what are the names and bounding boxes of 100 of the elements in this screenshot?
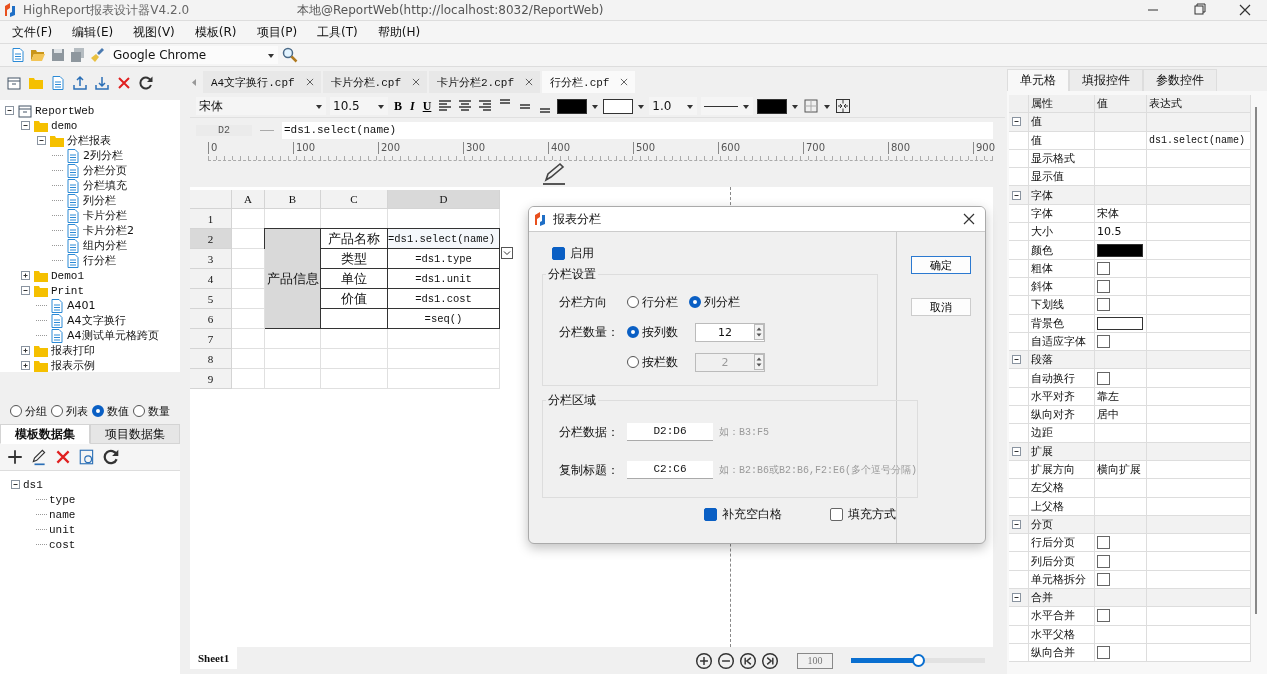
radio-button[interactable] xyxy=(627,296,639,308)
tree-item[interactable]: 报表示例 xyxy=(51,358,95,372)
column-header[interactable]: D xyxy=(388,190,500,209)
checkbox[interactable] xyxy=(1097,280,1110,294)
preview-icon[interactable] xyxy=(78,448,96,466)
slider-thumb[interactable] xyxy=(912,654,925,667)
collapse-icon[interactable] xyxy=(1011,354,1022,366)
radio-button[interactable] xyxy=(689,296,701,308)
menu-item[interactable]: 项目(P) xyxy=(256,23,298,41)
property-value[interactable]: 居中 xyxy=(1097,407,1119,423)
checkbox[interactable] xyxy=(1097,371,1110,385)
dataset-field[interactable]: type xyxy=(49,493,76,506)
dataset-field[interactable]: unit xyxy=(49,523,76,536)
text-style-button[interactable]: I xyxy=(408,98,417,114)
checkbox[interactable] xyxy=(1097,609,1110,623)
zoom-out-icon[interactable] xyxy=(717,651,735,670)
tree-item[interactable]: 分栏分页 xyxy=(83,163,127,178)
row-header[interactable]: 3 xyxy=(190,249,232,269)
tree-item[interactable]: 分栏报表 xyxy=(67,133,111,148)
window-icon[interactable] xyxy=(6,75,22,91)
dropdown-icon[interactable] xyxy=(501,247,513,259)
tree-item[interactable]: A4文字换行 xyxy=(67,313,126,328)
tab[interactable]: 项目数据集 xyxy=(90,424,180,444)
caret-icon[interactable] xyxy=(823,102,832,110)
broom-icon[interactable] xyxy=(90,47,106,63)
delete-icon[interactable] xyxy=(54,448,72,466)
fill-color-swatch[interactable] xyxy=(603,98,634,114)
checkbox[interactable] xyxy=(1097,261,1110,275)
property-value[interactable]: 靠左 xyxy=(1097,388,1119,404)
radio-button[interactable] xyxy=(10,405,22,417)
tree-item[interactable]: 组内分栏 xyxy=(83,238,127,253)
row-header[interactable]: 5 xyxy=(190,289,232,309)
tree-item[interactable]: A4测试单元格跨页 xyxy=(67,328,159,343)
collapse-icon[interactable] xyxy=(1011,116,1022,128)
checkbox[interactable] xyxy=(1097,298,1110,312)
collapse-icon[interactable] xyxy=(1011,189,1022,201)
text-style-button[interactable]: U xyxy=(420,98,434,114)
search-icon[interactable] xyxy=(282,47,298,63)
align-center-icon[interactable] xyxy=(457,98,474,114)
tree-item[interactable]: 行分栏 xyxy=(83,253,116,268)
tree-item[interactable]: A401 xyxy=(67,299,96,312)
collapse-icon[interactable] xyxy=(10,479,21,490)
column-header[interactable]: A xyxy=(232,190,265,209)
tree-item[interactable]: 2列分栏 xyxy=(83,148,123,163)
merge-cells-icon[interactable] xyxy=(835,98,852,114)
tree-item[interactable]: 报表打印 xyxy=(51,343,95,358)
tree-item[interactable]: Print xyxy=(51,284,84,297)
checkbox[interactable] xyxy=(1097,335,1110,348)
radio-button[interactable] xyxy=(627,326,639,338)
number-field[interactable]: 12 xyxy=(695,322,765,342)
font-color-swatch[interactable] xyxy=(557,98,588,114)
checkbox[interactable] xyxy=(1097,572,1110,586)
collapse-icon[interactable] xyxy=(1011,592,1022,604)
dataset-field[interactable]: name xyxy=(49,508,76,521)
color-swatch[interactable] xyxy=(1097,316,1143,330)
tree-item[interactable]: ReportWeb xyxy=(35,104,95,117)
expand-icon[interactable] xyxy=(20,360,31,371)
column-header[interactable]: C xyxy=(321,190,388,209)
checkbox[interactable] xyxy=(830,508,843,521)
corner-cell[interactable] xyxy=(190,190,232,209)
font-size-select[interactable]: 10.5 xyxy=(330,97,388,115)
tab[interactable]: 填报控件 xyxy=(1069,69,1143,91)
restore-icon[interactable] xyxy=(1191,2,1207,18)
tree-item[interactable]: 卡片分栏2 xyxy=(83,223,134,238)
add-icon[interactable] xyxy=(6,448,24,466)
cell-reference[interactable]: D2 xyxy=(196,124,252,136)
sheet-tab[interactable]: Sheet1 xyxy=(190,647,238,669)
checkbox[interactable] xyxy=(1097,646,1110,660)
collapse-icon[interactable] xyxy=(1011,445,1022,457)
menu-item[interactable]: 编辑(E) xyxy=(72,23,114,41)
document-icon[interactable] xyxy=(50,75,66,91)
caret-icon[interactable] xyxy=(591,102,600,110)
document-tab[interactable]: 卡片分栏.cpf xyxy=(322,71,427,93)
tree-item[interactable]: demo xyxy=(51,119,78,132)
collapse-icon[interactable] xyxy=(36,135,47,146)
menu-item[interactable]: 模板(R) xyxy=(194,23,237,41)
checkbox[interactable] xyxy=(704,508,717,521)
checkbox[interactable] xyxy=(552,246,565,260)
menu-item[interactable]: 帮助(H) xyxy=(377,23,421,41)
zoom-in-icon[interactable] xyxy=(695,651,713,670)
line-width-select[interactable]: 1.0 xyxy=(649,97,698,115)
collapse-icon[interactable] xyxy=(1011,518,1022,530)
row-header[interactable]: 8 xyxy=(190,349,232,369)
refresh-icon[interactable] xyxy=(138,75,154,91)
row-header[interactable]: 7 xyxy=(190,329,232,349)
checkbox[interactable] xyxy=(1097,554,1110,568)
input-field[interactable]: C2:C6 xyxy=(627,461,713,479)
expand-icon[interactable] xyxy=(20,345,31,356)
align-right-icon[interactable] xyxy=(477,98,494,114)
property-expression[interactable]: ds1.select(name) xyxy=(1149,134,1245,146)
row-header[interactable]: 6 xyxy=(190,309,232,329)
property-value[interactable]: 横向扩展 xyxy=(1097,462,1141,478)
line-style-select[interactable] xyxy=(701,97,754,115)
column-header[interactable]: B xyxy=(265,190,321,209)
tree-item[interactable]: 列分栏 xyxy=(83,193,116,208)
tab[interactable]: 参数控件 xyxy=(1143,69,1217,91)
row-header[interactable]: 2 xyxy=(190,229,232,249)
collapse-icon[interactable] xyxy=(20,285,31,296)
radio-button[interactable] xyxy=(133,405,145,417)
document-tab[interactable]: A4文字换行.cpf xyxy=(203,71,321,93)
